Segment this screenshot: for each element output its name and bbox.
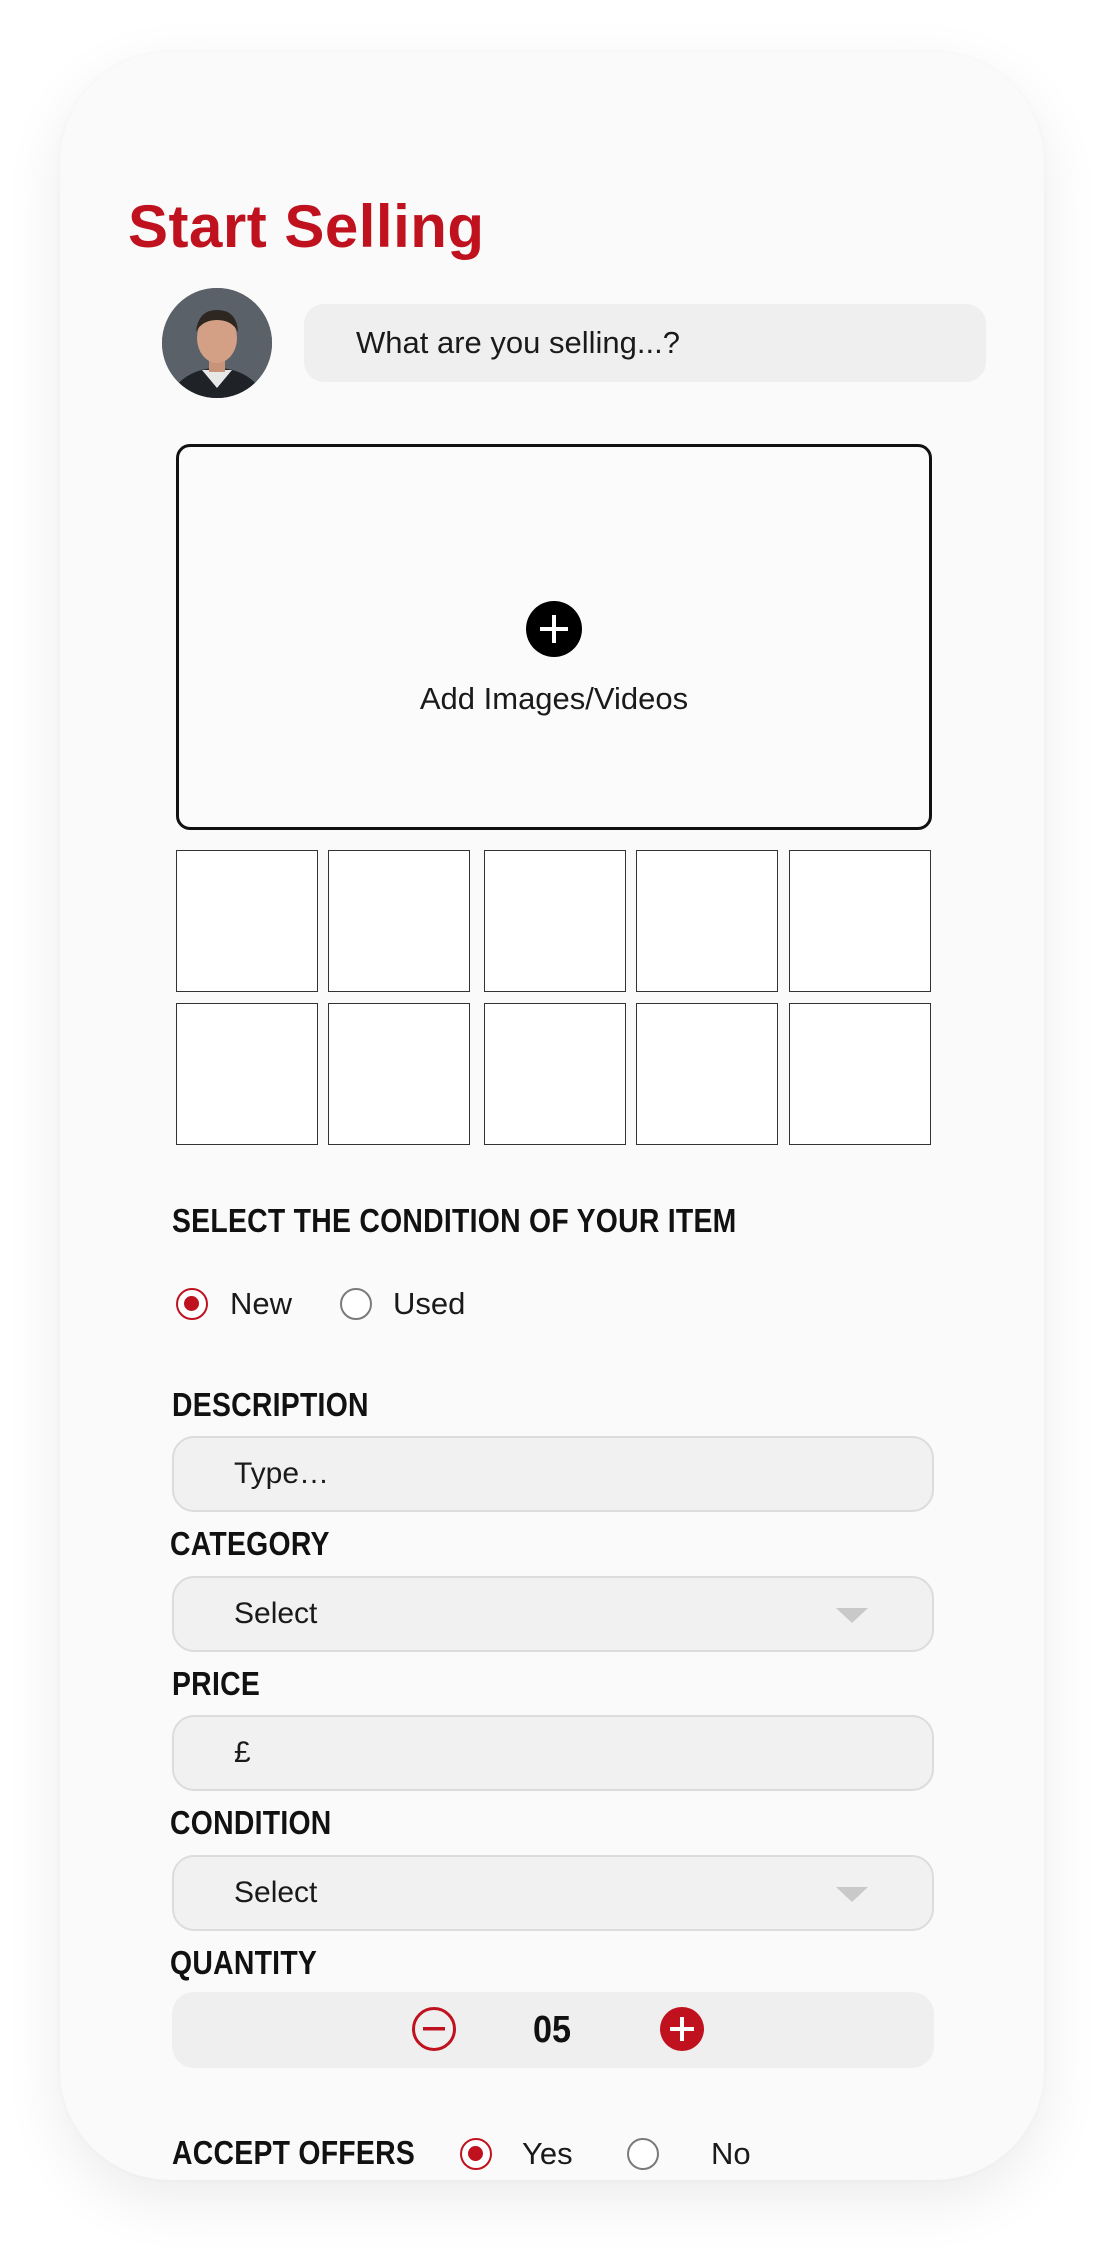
description-field[interactable]: Type… — [172, 1436, 934, 1512]
category-label: CATEGORY — [170, 1525, 330, 1562]
media-thumbnail-slot[interactable] — [636, 850, 778, 992]
quantity-value: 05 — [532, 2009, 572, 2051]
quantity-label: QUANTITY — [170, 1944, 318, 1981]
media-thumbnail-slot[interactable] — [328, 850, 470, 992]
category-value: Select — [234, 1597, 318, 1630]
add-media-dropzone[interactable]: Add Images/Videos — [176, 444, 932, 830]
radio-no[interactable] — [627, 2138, 659, 2170]
media-thumbnail-slot[interactable] — [636, 1003, 778, 1145]
avatar-photo — [162, 288, 272, 398]
condition-select[interactable]: Select — [172, 1855, 934, 1931]
media-thumbnail-slot[interactable] — [484, 1003, 626, 1145]
condition-value: Select — [234, 1876, 318, 1909]
media-thumbnail-slot[interactable] — [176, 850, 318, 992]
media-thumbnail-slot[interactable] — [789, 850, 931, 992]
media-thumbnail-slot[interactable] — [328, 1003, 470, 1145]
quantity-stepper: 05 — [172, 1992, 934, 2068]
price-label: PRICE — [172, 1665, 261, 1702]
radio-new[interactable] — [176, 1288, 208, 1320]
page-title: Start Selling — [128, 193, 485, 260]
radio-used[interactable] — [340, 1288, 372, 1320]
category-select[interactable]: Select — [172, 1576, 934, 1652]
media-thumbnail-slot[interactable] — [176, 1003, 318, 1145]
accept-offers-label: ACCEPT OFFERS — [172, 2134, 416, 2171]
radio-yes-label[interactable]: Yes — [522, 2136, 573, 2172]
media-thumbnail-slot[interactable] — [484, 850, 626, 992]
description-label: DESCRIPTION — [172, 1386, 369, 1423]
media-thumbnail-slot[interactable] — [789, 1003, 931, 1145]
add-media-label: Add Images/Videos — [419, 681, 689, 716]
plus-icon[interactable] — [660, 2007, 704, 2051]
add-media-icon[interactable] — [526, 601, 582, 657]
condition-label: CONDITION — [170, 1804, 332, 1841]
chevron-down-icon — [836, 1608, 868, 1623]
radio-used-label[interactable]: Used — [393, 1286, 465, 1322]
radio-no-label[interactable]: No — [711, 2136, 751, 2172]
search-input[interactable]: What are you selling...? — [304, 304, 986, 382]
minus-icon[interactable] — [412, 2007, 456, 2051]
radio-new-label[interactable]: New — [230, 1286, 292, 1322]
condition-heading: SELECT THE CONDITION OF YOUR ITEM — [172, 1202, 737, 1239]
price-field[interactable]: £ — [172, 1715, 934, 1791]
phone-frame: Start Selling What are you selling...? A… — [60, 52, 1044, 2180]
radio-yes[interactable] — [460, 2138, 492, 2170]
avatar[interactable] — [162, 288, 272, 398]
chevron-down-icon — [836, 1887, 868, 1902]
